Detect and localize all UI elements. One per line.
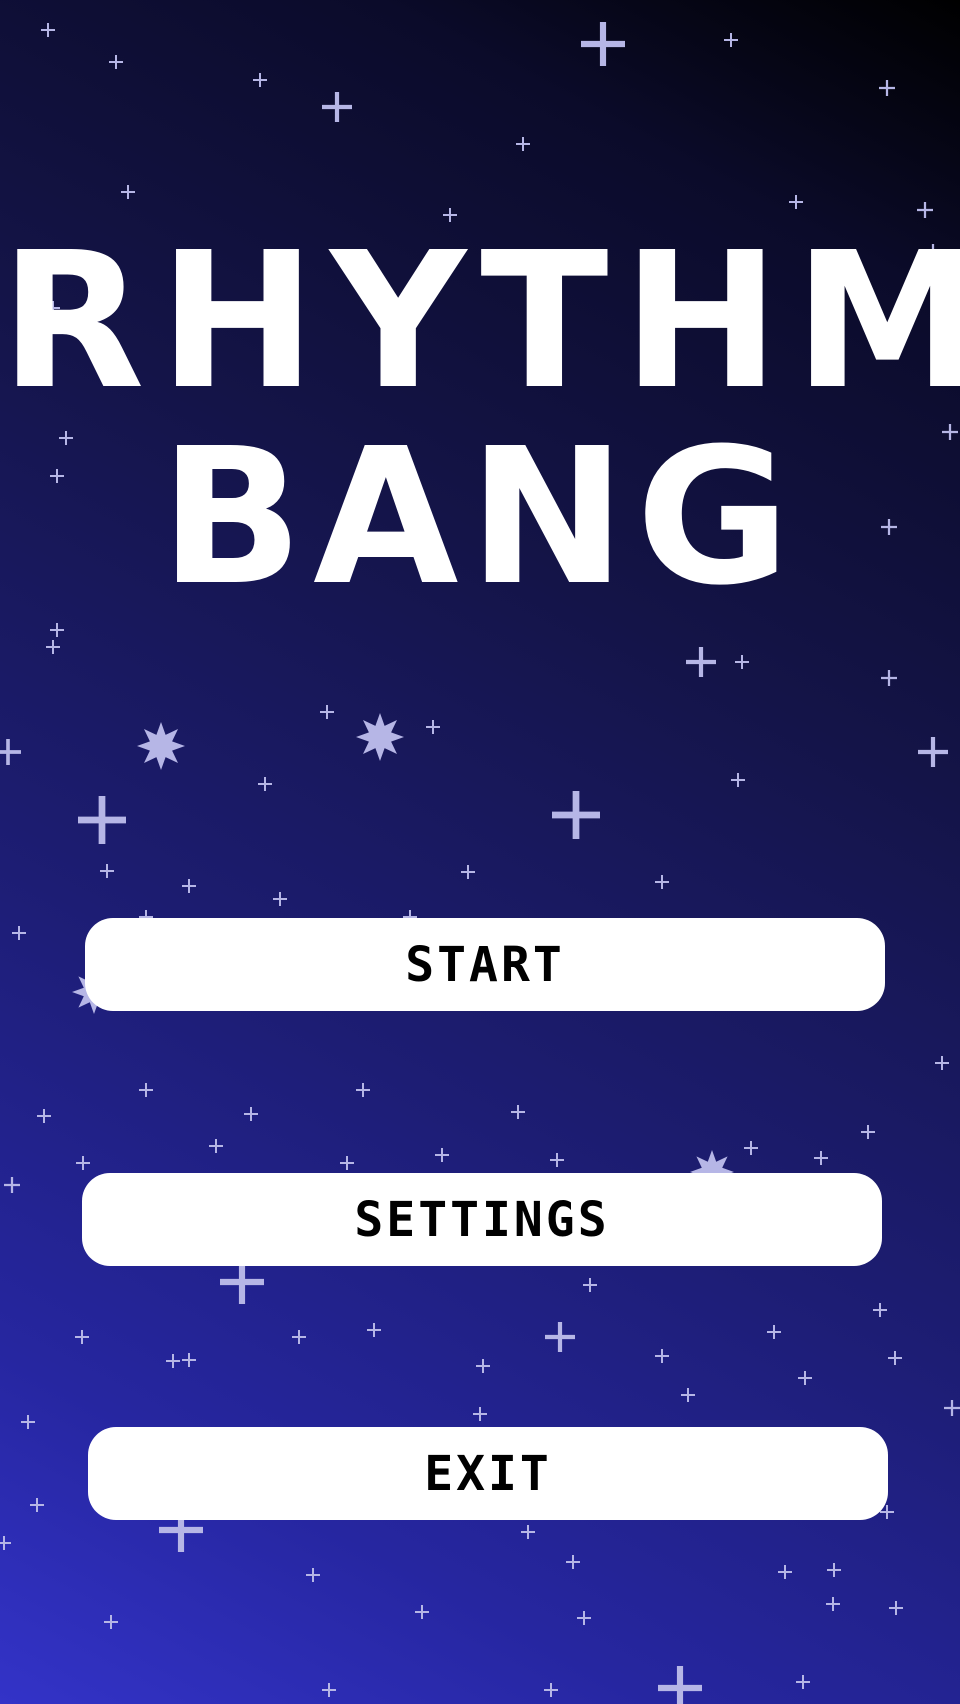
main-menu-screen: RHYTHM BANG START SETTINGS EXIT bbox=[0, 0, 960, 1704]
sparkle-star-icon bbox=[789, 195, 803, 209]
sparkle-star-icon bbox=[340, 1156, 354, 1170]
sparkle-star-icon bbox=[100, 864, 114, 878]
sparkle-star-icon bbox=[320, 705, 334, 719]
sparkle-star-icon bbox=[827, 1563, 841, 1577]
sparkle-star-icon bbox=[37, 1109, 51, 1123]
sparkle-star-icon bbox=[888, 1351, 902, 1365]
game-title-line-2: BANG bbox=[159, 408, 801, 627]
sparkle-star-icon bbox=[30, 1498, 44, 1512]
sparkle-star-icon bbox=[655, 1349, 669, 1363]
sparkle-star-icon bbox=[778, 1565, 792, 1579]
sparkle-star-icon bbox=[655, 875, 669, 889]
sparkle-star-icon bbox=[46, 640, 60, 654]
sparkle-star-icon bbox=[686, 647, 717, 678]
sparkle-star-icon bbox=[476, 1359, 490, 1373]
burst-star-icon bbox=[356, 713, 404, 761]
sparkle-star-icon bbox=[182, 1353, 196, 1367]
sparkle-star-icon bbox=[426, 720, 440, 734]
exit-button[interactable]: EXIT bbox=[88, 1427, 888, 1520]
sparkle-star-icon bbox=[322, 92, 352, 122]
sparkle-star-icon bbox=[220, 1260, 264, 1305]
sparkle-star-icon bbox=[881, 670, 897, 686]
sparkle-star-icon bbox=[104, 1615, 118, 1629]
sparkle-star-icon bbox=[322, 1683, 336, 1697]
sparkle-star-icon bbox=[253, 73, 267, 87]
sparkle-star-icon bbox=[735, 655, 749, 669]
sparkle-star-icon bbox=[681, 1388, 695, 1402]
sparkle-star-icon bbox=[473, 1407, 487, 1421]
sparkle-star-icon bbox=[724, 33, 738, 47]
sparkle-star-icon bbox=[544, 1683, 558, 1697]
sparkle-star-icon bbox=[182, 879, 196, 893]
sparkle-star-icon bbox=[767, 1325, 781, 1339]
sparkle-star-icon bbox=[415, 1605, 429, 1619]
sparkle-star-icon bbox=[209, 1139, 223, 1153]
sparkle-star-icon bbox=[521, 1525, 535, 1539]
sparkle-star-icon bbox=[306, 1568, 320, 1582]
sparkle-star-icon bbox=[0, 739, 21, 765]
sparkle-star-icon bbox=[139, 1083, 153, 1097]
sparkle-star-icon bbox=[75, 1330, 89, 1344]
sparkle-star-icon bbox=[41, 23, 55, 37]
sparkle-star-icon bbox=[109, 55, 123, 69]
sparkle-star-icon bbox=[166, 1354, 180, 1368]
sparkle-star-icon bbox=[658, 1666, 702, 1704]
sparkle-star-icon bbox=[292, 1330, 306, 1344]
settings-button[interactable]: SETTINGS bbox=[82, 1173, 882, 1266]
sparkle-star-icon bbox=[244, 1107, 258, 1121]
sparkle-star-icon bbox=[918, 737, 949, 768]
sparkle-star-icon bbox=[121, 185, 135, 199]
sparkle-star-icon bbox=[545, 1322, 576, 1352]
sparkle-star-icon bbox=[511, 1105, 525, 1119]
sparkle-star-icon bbox=[78, 796, 126, 844]
sparkle-star-icon bbox=[0, 1536, 11, 1550]
sparkle-star-icon bbox=[889, 1601, 903, 1615]
sparkle-star-icon bbox=[356, 1083, 370, 1097]
sparkle-star-icon bbox=[76, 1156, 90, 1170]
sparkle-star-icon bbox=[566, 1555, 580, 1569]
sparkle-star-icon bbox=[744, 1141, 758, 1155]
sparkle-star-icon bbox=[577, 1611, 591, 1625]
sparkle-star-icon bbox=[4, 1177, 20, 1193]
sparkle-star-icon bbox=[935, 1056, 949, 1070]
sparkle-star-icon bbox=[50, 623, 64, 637]
sparkle-star-icon bbox=[367, 1323, 381, 1337]
sparkle-star-icon bbox=[583, 1278, 597, 1292]
sparkle-star-icon bbox=[814, 1151, 828, 1165]
sparkle-star-icon bbox=[435, 1148, 449, 1162]
sparkle-star-icon bbox=[826, 1597, 840, 1611]
game-title-line-1: RHYTHM bbox=[0, 212, 960, 431]
sparkle-star-icon bbox=[944, 1400, 960, 1416]
start-button[interactable]: START bbox=[85, 918, 885, 1011]
sparkle-star-icon bbox=[861, 1125, 875, 1139]
sparkle-star-icon bbox=[879, 80, 895, 96]
sparkle-star-icon bbox=[516, 137, 530, 151]
sparkle-star-icon bbox=[552, 791, 600, 839]
sparkle-star-icon bbox=[796, 1675, 810, 1689]
sparkle-star-icon bbox=[461, 865, 475, 879]
sparkle-star-icon bbox=[550, 1153, 564, 1167]
sparkle-star-icon bbox=[873, 1303, 887, 1317]
sparkle-star-icon bbox=[273, 892, 287, 906]
sparkle-star-icon bbox=[21, 1415, 35, 1429]
burst-star-icon bbox=[137, 722, 185, 770]
sparkle-star-icon bbox=[258, 777, 272, 791]
sparkle-star-icon bbox=[731, 773, 745, 787]
sparkle-star-icon bbox=[12, 926, 26, 940]
sparkle-star-icon bbox=[581, 22, 625, 66]
sparkle-star-icon bbox=[798, 1371, 812, 1385]
